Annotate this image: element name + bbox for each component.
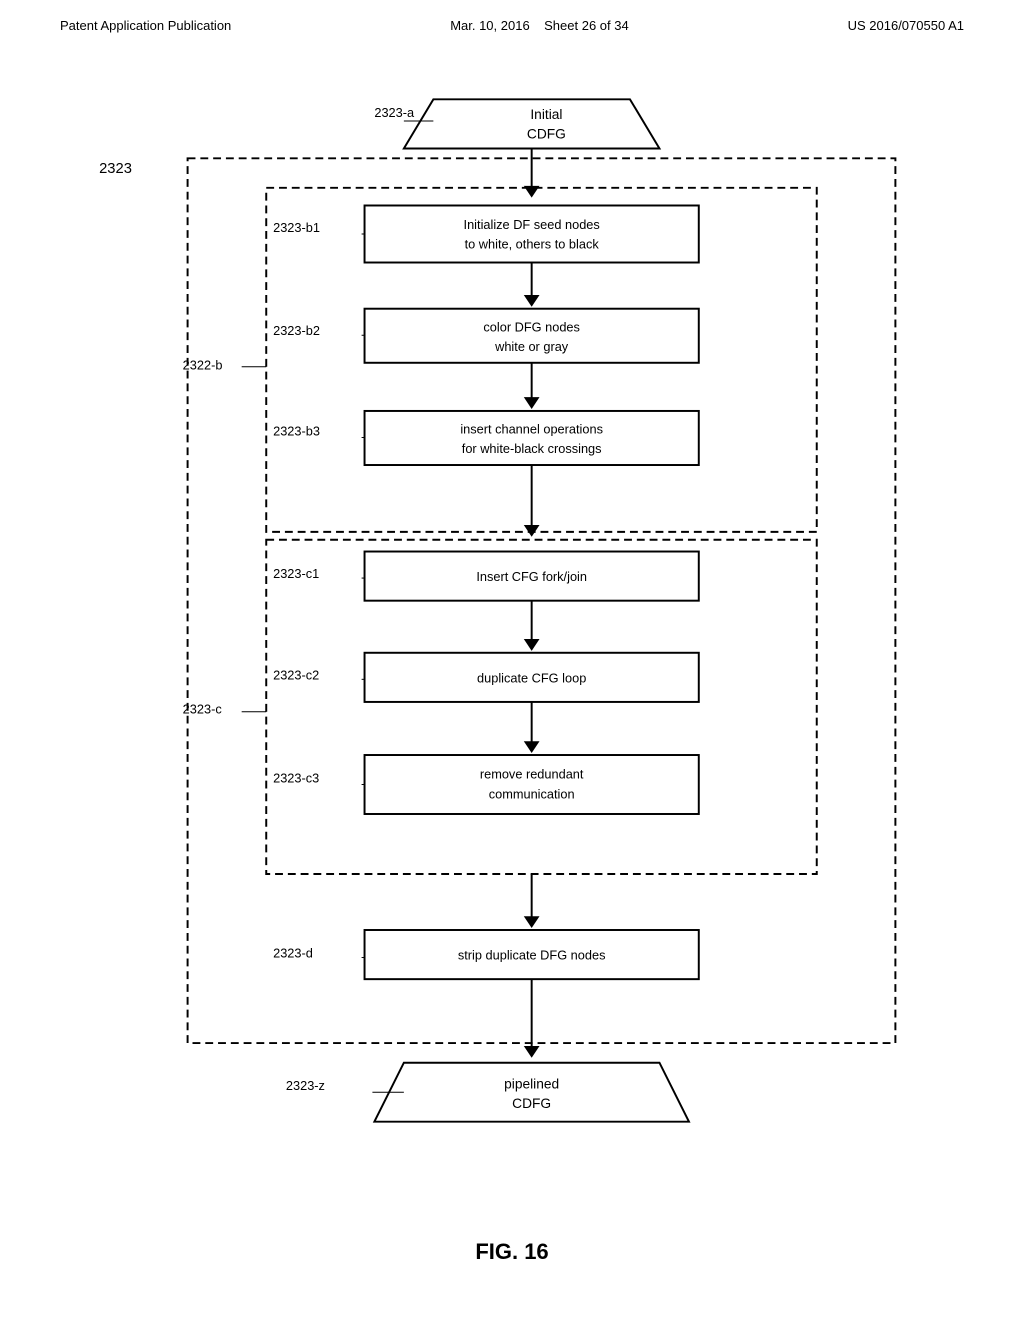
label-2322b: 2322-b <box>183 358 223 373</box>
pipelined-cdfg-line2: CDFG <box>512 1096 551 1111</box>
label-b2-line2: white or gray <box>494 339 569 354</box>
label-c2: duplicate CFG loop <box>477 670 586 685</box>
header-center: Mar. 10, 2016 Sheet 26 of 34 <box>450 18 629 33</box>
initial-cdfg-line1: Initial <box>530 107 562 122</box>
label-b3-line1: insert channel operations <box>460 422 603 437</box>
label-b3-line2: for white-black crossings <box>462 441 602 456</box>
label-c1: Insert CFG fork/join <box>476 569 587 584</box>
header-right: US 2016/070550 A1 <box>848 18 964 33</box>
label-b1-line1: Initialize DF seed nodes <box>464 217 600 232</box>
label-2323c2: 2323-c2 <box>273 667 319 682</box>
box-2323b3 <box>365 411 699 465</box>
label-c3-line2: communication <box>489 786 575 801</box>
label-2323d: 2323-d <box>273 946 313 961</box>
label-2323c: 2323-c <box>183 702 223 717</box>
arrowhead-b1b2 <box>524 295 540 307</box>
pipelined-cdfg-line1: pipelined <box>504 1076 559 1091</box>
arrowhead-cd <box>524 916 540 928</box>
initial-cdfg-line2: CDFG <box>527 127 566 142</box>
arrowhead-c2c3 <box>524 741 540 753</box>
box-2323b1 <box>365 205 699 262</box>
label-2323b3: 2323-b3 <box>273 424 320 439</box>
box-2323c3 <box>365 755 699 814</box>
label-2323b2: 2323-b2 <box>273 323 320 338</box>
arrowhead-c1c2 <box>524 639 540 651</box>
label-d: strip duplicate DFG nodes <box>458 947 606 962</box>
label-b2-line1: color DFG nodes <box>483 319 579 334</box>
label-2323: 2323 <box>99 161 132 177</box>
arrowhead-b2b3 <box>524 397 540 409</box>
label-c3-line1: remove redundant <box>480 767 584 782</box>
label-2323c3: 2323-c3 <box>273 771 319 786</box>
page: Patent Application Publication Mar. 10, … <box>0 0 1024 1320</box>
diagram: 2323 Initial CDFG 2323-a 2322-b Initiali… <box>60 60 964 1220</box>
pipelined-cdfg-shape <box>374 1063 689 1122</box>
label-2323z: 2323-z <box>286 1078 325 1093</box>
header-left: Patent Application Publication <box>60 18 231 33</box>
label-2323b1: 2323-b1 <box>273 220 320 235</box>
label-2323c1: 2323-c1 <box>273 566 319 581</box>
arrowhead-b3c <box>524 525 540 537</box>
box-2323b2 <box>365 309 699 363</box>
page-header: Patent Application Publication Mar. 10, … <box>60 18 964 33</box>
label-2323a: 2323-a <box>374 105 415 120</box>
arrowhead-dz <box>524 1046 540 1058</box>
fig-caption: FIG. 16 <box>0 1239 1024 1265</box>
label-b1-line2: to white, others to black <box>465 237 600 252</box>
